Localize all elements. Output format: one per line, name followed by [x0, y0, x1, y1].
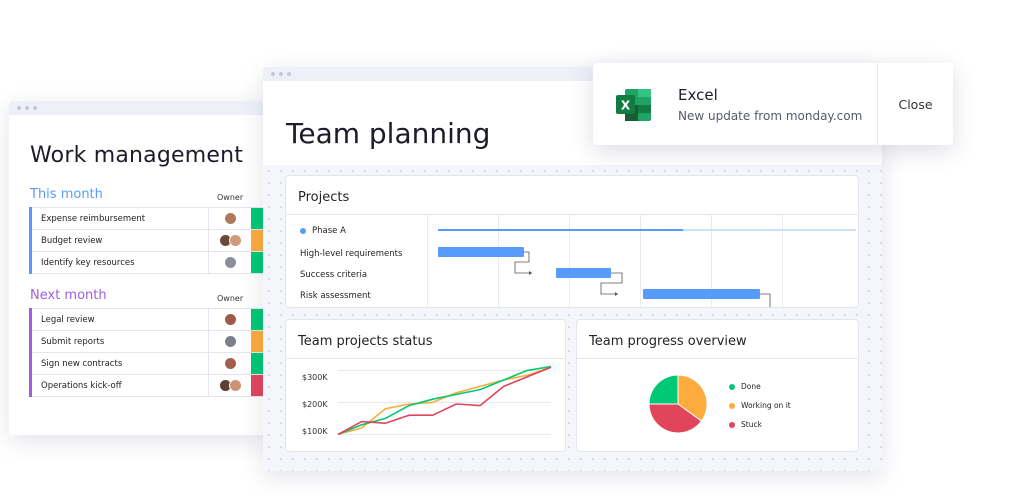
owner-column-header: Owner	[217, 193, 244, 202]
phase-timeline-track	[683, 229, 856, 231]
table-row[interactable]: Legal review	[32, 308, 271, 331]
legend-item-working: Working on it	[729, 401, 791, 410]
table-row[interactable]: Identify key resources	[32, 252, 271, 274]
item-label: Budget review	[41, 235, 103, 246]
pie-chart	[648, 374, 708, 434]
divider	[427, 215, 428, 307]
legend-label: Stuck	[741, 420, 762, 429]
item-label: Operations kick-off	[41, 380, 122, 391]
avatar	[228, 234, 242, 247]
team-planning-title: Team planning	[286, 117, 491, 150]
item-label: Sign new contracts	[41, 358, 123, 369]
avatar	[223, 357, 237, 370]
owner-cell[interactable]	[208, 309, 251, 330]
legend-label: Working on it	[741, 401, 791, 410]
legend-label: Done	[741, 382, 761, 391]
legend-swatch	[729, 402, 735, 409]
team-progress-overview-card: Team progress overview Done Working on i…	[576, 319, 859, 452]
group-next-month: Legal review Submit reports Sign new con…	[29, 308, 271, 397]
table-row[interactable]: Submit reports	[32, 331, 271, 353]
toast-title: Excel	[678, 86, 718, 104]
phase-label: Phase A	[312, 226, 346, 236]
group-title-next-month[interactable]: Next month	[30, 288, 107, 303]
gantt-dependency-arrows	[514, 251, 771, 307]
close-button[interactable]: Close	[878, 63, 953, 145]
window-chrome	[9, 101, 271, 115]
task-label[interactable]: Success criteria	[300, 270, 367, 280]
owner-cell[interactable]	[208, 331, 251, 352]
divider	[286, 214, 858, 215]
legend-item-done: Done	[729, 382, 761, 391]
task-label[interactable]: Risk assessment	[300, 291, 371, 301]
legend-swatch	[729, 383, 735, 390]
table-row[interactable]: Expense reimbursement	[32, 207, 271, 230]
notification-toast: X Excel New update from monday.com Close	[593, 63, 953, 145]
avatar	[228, 379, 242, 392]
phase-dot-icon	[300, 228, 306, 234]
item-label: Identify key resources	[41, 257, 135, 268]
line-chart	[337, 365, 552, 436]
owner-cell[interactable]	[208, 252, 251, 273]
owner-cell[interactable]	[208, 230, 251, 251]
item-label: Legal review	[41, 314, 95, 325]
excel-icon: X	[616, 89, 651, 121]
owner-cell[interactable]	[208, 208, 251, 229]
owner-column-header: Owner	[217, 294, 244, 303]
team-projects-status-card: Team projects status $300K $200K $100K	[285, 319, 566, 452]
projects-card-title: Projects	[298, 190, 350, 205]
avatar	[223, 335, 237, 348]
projects-card: Projects Phase A High-level requirements…	[285, 175, 859, 308]
item-label: Submit reports	[41, 336, 105, 347]
table-row[interactable]: Operations kick-off	[32, 375, 271, 397]
table-row[interactable]: Budget review	[32, 230, 271, 252]
gantt-bar[interactable]	[643, 289, 760, 299]
task-label[interactable]: High-level requirements	[300, 249, 402, 259]
gantt-bar[interactable]	[438, 247, 524, 257]
toast-message: New update from monday.com	[678, 109, 863, 123]
work-management-title: Work management	[30, 143, 244, 168]
svg-text:X: X	[621, 99, 631, 113]
avatar	[223, 313, 237, 326]
table-row[interactable]: Sign new contracts	[32, 353, 271, 375]
legend-item-stuck: Stuck	[729, 420, 762, 429]
pie-slice	[648, 374, 679, 405]
gantt-bar[interactable]	[556, 268, 611, 278]
legend-swatch	[729, 421, 735, 428]
phase-row[interactable]: Phase A	[300, 226, 346, 236]
item-label: Expense reimbursement	[41, 213, 146, 224]
phase-timeline-bar	[438, 229, 683, 231]
avatar	[223, 212, 237, 225]
series-line	[337, 366, 552, 436]
group-title-this-month[interactable]: This month	[30, 187, 103, 202]
avatar	[223, 256, 237, 269]
group-this-month: Expense reimbursement Budget review Iden…	[29, 207, 271, 274]
work-management-window: Work management This month Owner Expense…	[9, 101, 271, 435]
owner-cell[interactable]	[208, 375, 251, 396]
owner-cell[interactable]	[208, 353, 251, 374]
